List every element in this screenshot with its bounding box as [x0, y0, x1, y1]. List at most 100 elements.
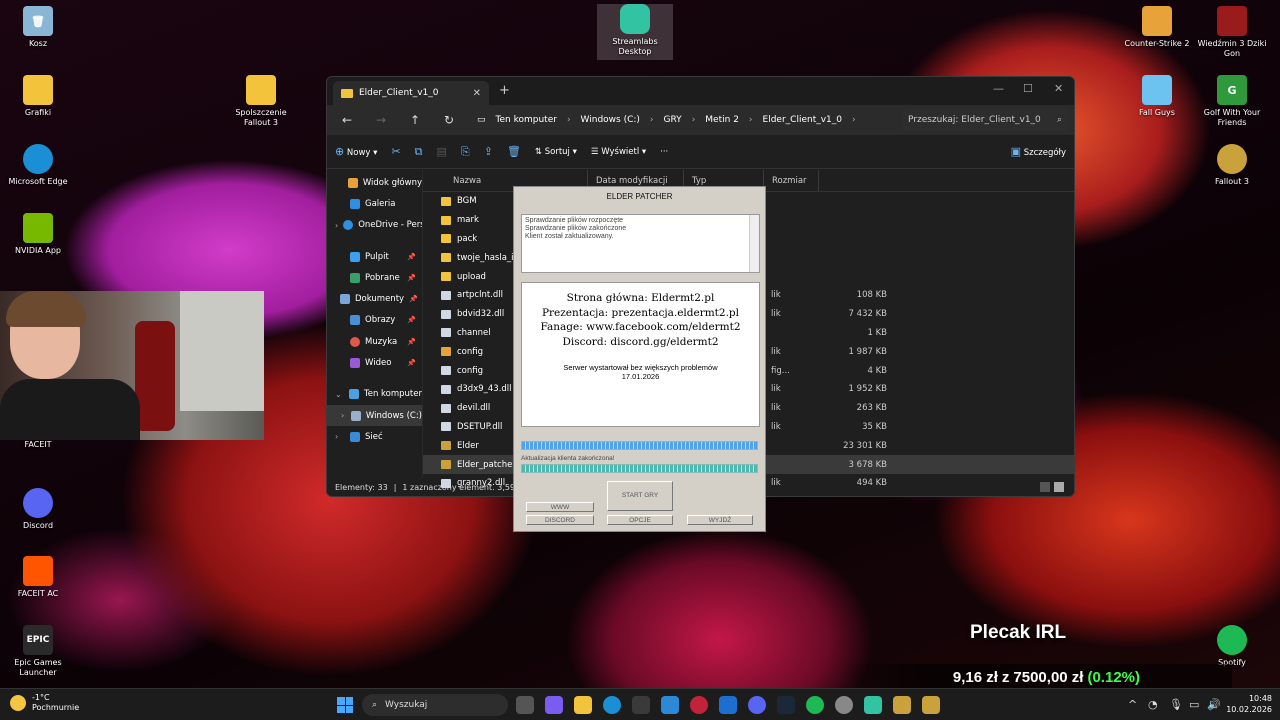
copilot-icon[interactable] — [545, 696, 563, 714]
cut-icon[interactable]: ✂ — [391, 145, 400, 158]
store-icon[interactable] — [632, 696, 650, 714]
chevron-right-icon[interactable]: › — [335, 221, 338, 230]
new-tab-button[interactable]: + — [499, 83, 510, 98]
sidebar-item-documents[interactable]: Dokumenty 📌 — [327, 288, 422, 309]
folder-icon — [441, 253, 451, 263]
sidebar-item-network[interactable]: › Sieć — [327, 426, 422, 447]
monitor-icon[interactable]: ▭ — [1189, 698, 1199, 711]
close-icon[interactable]: ✕ — [1054, 82, 1063, 95]
elder-icon[interactable] — [893, 696, 911, 714]
chevron-down-icon[interactable]: ⌄ — [335, 390, 344, 399]
photos-icon[interactable] — [661, 696, 679, 714]
desktop-icon-nvidia[interactable]: NVIDIA App — [0, 213, 76, 256]
forward-button[interactable]: → — [367, 113, 395, 127]
back-button[interactable]: ← — [333, 113, 361, 127]
weather-widget[interactable]: -1°C Pochmurnie — [10, 693, 79, 713]
volume-icon[interactable]: 🔊 — [1207, 698, 1221, 711]
view-button[interactable]: ☰ Wyświetl ▾ — [591, 147, 646, 157]
options-button[interactable]: OPCJE — [607, 515, 673, 525]
sidebar-item-videos[interactable]: Wideo 📌 — [327, 352, 422, 373]
steam-icon[interactable] — [777, 696, 795, 714]
breadcrumb-item[interactable]: GRY — [664, 115, 682, 125]
pin-icon: 📌 — [409, 295, 418, 304]
copy-icon[interactable]: ⧉ — [415, 145, 423, 159]
sidebar-item-gallery[interactable]: Galeria — [327, 193, 422, 214]
breadcrumb-item[interactable]: Metin 2 — [705, 115, 739, 125]
desktop-icon-streamlabs[interactable]: Streamlabs Desktop — [597, 4, 673, 60]
discord-icon[interactable] — [748, 696, 766, 714]
desktop-icon-cs2[interactable]: Counter-Strike 2 — [1119, 6, 1195, 49]
file-type: lik — [771, 384, 781, 395]
up-button[interactable]: ↑ — [401, 113, 429, 127]
opera-icon[interactable] — [690, 696, 708, 714]
breadcrumb-item[interactable]: Ten komputer — [496, 115, 557, 125]
elder-patcher-icon[interactable] — [922, 696, 940, 714]
share-icon[interactable]: ⇪ — [484, 145, 493, 158]
sidebar-item-onedrive[interactable]: › OneDrive - Pers — [327, 215, 422, 236]
desktop-icon-golf[interactable]: G Golf With Your Friends — [1194, 75, 1270, 128]
rename-icon[interactable]: ⎘ — [461, 145, 470, 159]
log-line: Sprawdzanie plików rozpoczęte — [525, 217, 624, 224]
edge-icon[interactable] — [603, 696, 621, 714]
desktop-icon-spolszczenie[interactable]: Spolszczenie Fallout 3 — [223, 75, 299, 128]
chevron-up-icon[interactable]: ^ — [1128, 698, 1137, 711]
sidebar-item-this-pc[interactable]: ⌄ Ten komputer — [327, 384, 422, 405]
streamlabs-icon[interactable] — [864, 696, 882, 714]
desktop-icon-recycle-bin[interactable]: 🗑 Kosz — [0, 6, 76, 49]
patcher-log[interactable]: Sprawdzanie plików rozpoczęte Sprawdzani… — [521, 214, 760, 273]
details-button[interactable]: ▣ Szczegóły — [1011, 145, 1066, 158]
discord-button[interactable]: DISCORD — [526, 515, 594, 525]
desktop-icon-edge[interactable]: Microsoft Edge — [0, 144, 76, 187]
minimize-icon[interactable]: — — [993, 82, 1004, 95]
clock[interactable]: 10:48 10.02.2026 — [1226, 693, 1272, 715]
www-button[interactable]: WWW — [526, 502, 594, 512]
sort-button[interactable]: ⇅ Sortuj ▾ — [535, 147, 577, 157]
sidebar-item-music[interactable]: Muzyka 📌 — [327, 331, 422, 352]
donation-amount: 9,16 zł — [952, 668, 998, 686]
desktop-icon-fall-guys[interactable]: Fall Guys — [1119, 75, 1195, 118]
column-size[interactable]: Rozmiar — [764, 170, 819, 191]
maximize-icon[interactable]: ☐ — [1023, 82, 1033, 95]
exit-button[interactable]: WYJDŹ — [687, 515, 753, 525]
spotify-icon[interactable] — [806, 696, 824, 714]
start-game-button[interactable]: START GRY — [607, 481, 673, 511]
refresh-button[interactable]: ↻ — [435, 113, 463, 127]
settings-icon[interactable] — [835, 696, 853, 714]
more-options-icon[interactable]: ··· — [660, 147, 668, 157]
breadcrumb[interactable]: ▭ Ten komputer › Windows (C:) › GRY › Metin… — [473, 109, 893, 131]
chevron-right-icon[interactable]: › — [341, 411, 346, 420]
log-scrollbar[interactable] — [749, 215, 759, 272]
delete-icon[interactable]: 🗑 — [507, 145, 521, 158]
desktop-icon-fallout-3[interactable]: Fallout 3 — [1194, 144, 1270, 187]
sidebar-item-home[interactable]: Widok główny — [327, 172, 422, 193]
paste-icon[interactable]: ▤ — [437, 145, 447, 158]
network-icon[interactable]: ◔ — [1148, 698, 1158, 711]
microphone-icon[interactable]: 🎙 — [1169, 698, 1183, 711]
breadcrumb-item[interactable]: Elder_Client_v1_0 — [763, 115, 842, 125]
new-button[interactable]: ⊕ Nowy ▾ — [335, 145, 377, 158]
explorer-tab[interactable]: Elder_Client_v1_0 ✕ — [333, 81, 489, 105]
desktop-icon-witcher[interactable]: Wiedźmin 3 Dziki Gon — [1194, 6, 1270, 59]
desktop-icon-grafiki[interactable]: Grafiki — [0, 75, 76, 118]
details-view-icon[interactable] — [1040, 482, 1050, 492]
desktop-icon-faceit[interactable]: FACEIT — [0, 440, 76, 450]
desktop-icon-faceit-ac[interactable]: FACEIT AC — [0, 556, 76, 599]
task-view-icon[interactable] — [516, 696, 534, 714]
tiles-view-icon[interactable] — [1054, 482, 1064, 492]
close-tab-icon[interactable]: ✕ — [473, 88, 481, 99]
start-button[interactable] — [337, 697, 353, 713]
sidebar-item-windows-c[interactable]: › Windows (C:) — [327, 404, 422, 427]
desktop-icon-spotify[interactable]: Spotify — [1194, 625, 1270, 668]
sidebar-item-downloads[interactable]: Pobrane 📌 — [327, 267, 422, 288]
sidebar-item-pictures[interactable]: Obrazy 📌 — [327, 310, 422, 331]
chevron-right-icon[interactable]: › — [335, 432, 345, 441]
taskbar-search[interactable]: ⌕ Wyszukaj — [362, 694, 508, 716]
search-input[interactable]: Przeszukaj: Elder_Client_v1_0 ⌕ — [902, 109, 1068, 131]
folder-icon — [441, 196, 451, 206]
desktop-icon-epic-games[interactable]: EPIC Epic Games Launcher — [0, 625, 76, 678]
mail-icon[interactable] — [719, 696, 737, 714]
breadcrumb-item[interactable]: Windows (C:) — [581, 115, 640, 125]
desktop-icon-discord[interactable]: Discord — [0, 488, 76, 531]
file-explorer-icon[interactable] — [574, 696, 592, 714]
sidebar-item-desktop[interactable]: Pulpit 📌 — [327, 246, 422, 267]
